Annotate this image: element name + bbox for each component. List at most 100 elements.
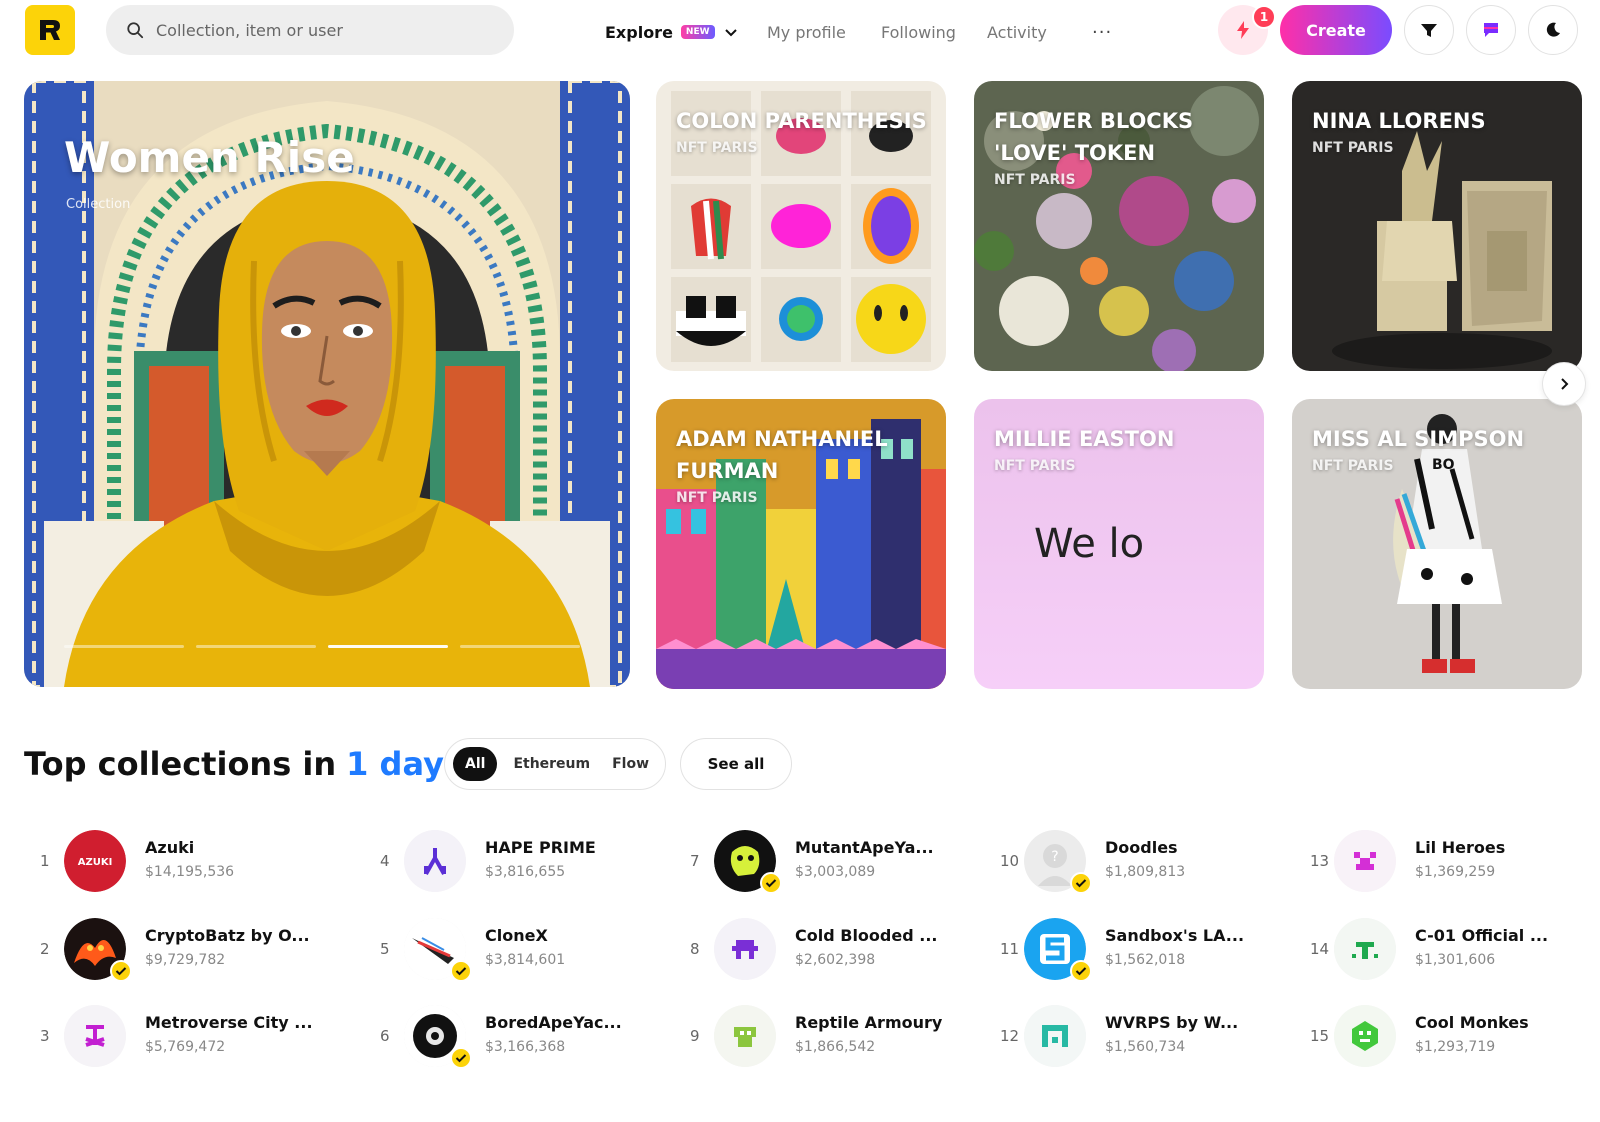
- collection-avatar: [404, 830, 466, 892]
- card-title: MISS AL SIMPSON NFT Paris: [1312, 423, 1572, 477]
- collection-row-doodles[interactable]: 10 ? Doodles $1,809,813: [1000, 830, 1300, 894]
- top-collections-heading: Top collections in 1 day: [24, 745, 472, 783]
- collection-row-c01-official[interactable]: 14 C-01 Official ... $1,301,606: [1310, 918, 1600, 982]
- featured-card-miss-al-simpson[interactable]: BO MISS AL SIMPSON NFT Paris: [1292, 399, 1582, 689]
- featured-card-nina-llorens[interactable]: NINA LLORENS NFT Paris: [1292, 81, 1582, 371]
- see-all-button[interactable]: See all: [680, 738, 792, 790]
- collection-avatar: [1334, 1005, 1396, 1067]
- collection-avatar: [714, 918, 776, 980]
- collection-avatar: [1024, 1005, 1086, 1067]
- collection-row-boredapeyacht[interactable]: 6 BoredApeYac... $3,166,368: [380, 1005, 680, 1069]
- collection-row-hape-prime[interactable]: 4 HAPE PRIME $3,816,655: [380, 830, 680, 894]
- filter-flow[interactable]: Flow: [612, 756, 649, 772]
- collection-volume: $1,301,606: [1415, 952, 1496, 968]
- moon-icon: [1546, 22, 1560, 37]
- collection-name: Cold Blooded ...: [795, 926, 938, 945]
- create-button[interactable]: Create: [1280, 5, 1392, 55]
- chevron-down-icon: [724, 29, 737, 37]
- nav-explore[interactable]: Explore NEW: [605, 18, 739, 46]
- collection-avatar: [64, 1005, 126, 1067]
- collection-volume: $1,369,259: [1415, 864, 1496, 880]
- filter-all[interactable]: All: [453, 747, 498, 781]
- collection-name: Metroverse City ...: [145, 1013, 313, 1032]
- nav-activity[interactable]: Activity: [987, 18, 1047, 46]
- card-title: FLOWER BLOCKS 'LOVE' TOKEN NFT Paris: [994, 105, 1254, 191]
- collection-volume: $1,866,542: [795, 1039, 876, 1055]
- card-title: NINA LLORENS NFT Paris: [1312, 105, 1572, 159]
- collection-name: Doodles: [1105, 838, 1178, 857]
- collection-volume: $3,816,655: [485, 864, 566, 880]
- collection-row-cold-blooded[interactable]: 8 Cold Blooded ... $2,602,398: [690, 918, 990, 982]
- top-collections-title: Top collections in: [24, 745, 337, 783]
- new-badge: NEW: [680, 25, 715, 39]
- search-input[interactable]: [156, 20, 476, 40]
- c01-avatar-icon: [1334, 918, 1396, 980]
- featured-card-colon-parenthesis[interactable]: COLON PARENTHESIS NFT Paris: [656, 81, 946, 371]
- messages-button[interactable]: [1466, 5, 1516, 55]
- card-title-text: MISS AL SIMPSON: [1312, 427, 1525, 451]
- card-title-text: NINA LLORENS: [1312, 109, 1486, 133]
- verified-badge-icon: [760, 872, 782, 894]
- collection-volume: $1,560,734: [1105, 1039, 1186, 1055]
- collection-row-wvrps[interactable]: 12 WVRPS by W... $1,560,734: [1000, 1005, 1300, 1069]
- collection-row-azuki[interactable]: 1 AZUKI Azuki $14,195,536: [40, 830, 340, 894]
- notification-count-badge: 1: [1252, 5, 1276, 29]
- card-artwork-text: We lo: [1034, 521, 1145, 567]
- filter-ethereum[interactable]: Ethereum: [513, 756, 590, 772]
- card-subtitle: NFT Paris: [994, 458, 1076, 474]
- collection-name: Cool Monkes: [1415, 1013, 1529, 1032]
- filter-button[interactable]: [1404, 5, 1454, 55]
- rarible-logo[interactable]: [25, 5, 75, 55]
- card-subtitle: NFT Paris: [676, 490, 758, 506]
- collection-volume: $1,809,813: [1105, 864, 1186, 880]
- featured-card-millie-easton[interactable]: MILLIE EASTON NFT Paris We lo: [974, 399, 1264, 689]
- nav-following[interactable]: Following: [881, 18, 956, 46]
- featured-card-flower-blocks[interactable]: FLOWER BLOCKS 'LOVE' TOKEN NFT Paris: [974, 81, 1264, 371]
- collection-row-lil-heroes[interactable]: 13 Lil Heroes $1,369,259: [1310, 830, 1600, 894]
- slide-indicator-1[interactable]: [64, 645, 184, 648]
- blockchain-filter: All Ethereum Flow: [444, 738, 666, 790]
- collection-name: CryptoBatz by O...: [145, 926, 310, 945]
- verified-badge-icon: [1070, 960, 1092, 982]
- reptile-armoury-avatar-icon: [714, 1005, 776, 1067]
- slide-indicator-4[interactable]: [460, 645, 580, 648]
- slide-indicator-2[interactable]: [196, 645, 316, 648]
- collection-row-sandbox-land[interactable]: 11 Sandbox's LA... $1,562,018: [1000, 918, 1300, 982]
- card-title: ADAM NATHANIEL FURMAN NFT Paris: [676, 423, 936, 509]
- collection-name: MutantApeYa...: [795, 838, 934, 857]
- chevron-right-icon: [1561, 378, 1569, 390]
- metroverse-avatar-icon: [64, 1005, 126, 1067]
- collection-avatar: [714, 1005, 776, 1067]
- cool-monkes-avatar-icon: [1334, 1005, 1396, 1067]
- lil-heroes-avatar-icon: [1334, 830, 1396, 892]
- card-title-text: COLON PARENTHESIS: [676, 109, 927, 133]
- card-title-text: ADAM NATHANIEL FURMAN: [676, 427, 888, 483]
- hero-title: Women Rise: [64, 133, 355, 182]
- collection-row-mutantapeyacht[interactable]: 7 MutantApeYa... $3,003,089: [690, 830, 990, 894]
- theme-toggle-button[interactable]: [1528, 5, 1578, 55]
- collection-row-reptile-armoury[interactable]: 9 Reptile Armoury $1,866,542: [690, 1005, 990, 1069]
- collection-name: Lil Heroes: [1415, 838, 1506, 857]
- collection-row-cryptobatz[interactable]: 2 CryptoBatz by O... $9,729,782: [40, 918, 340, 982]
- verified-badge-icon: [450, 960, 472, 982]
- collection-name: Sandbox's LA...: [1105, 926, 1245, 945]
- azuki-logo-icon: AZUKI: [64, 830, 126, 892]
- carousel-next-button[interactable]: [1542, 362, 1586, 406]
- slide-indicator-3[interactable]: [328, 645, 448, 648]
- collection-row-metroverse[interactable]: 3 Metroverse City ... $5,769,472: [40, 1005, 340, 1069]
- collection-name: BoredApeYac...: [485, 1013, 622, 1032]
- collection-volume: $2,602,398: [795, 952, 876, 968]
- collection-name: CloneX: [485, 926, 548, 945]
- collection-row-cool-monkes[interactable]: 15 Cool Monkes $1,293,719: [1310, 1005, 1600, 1069]
- collection-avatar: AZUKI: [64, 830, 126, 892]
- nav-my-profile[interactable]: My profile: [767, 18, 846, 46]
- period-selector[interactable]: 1 day: [346, 745, 444, 783]
- collection-name: C-01 Official ...: [1415, 926, 1549, 945]
- search-bar[interactable]: [106, 5, 514, 55]
- more-menu-button[interactable]: ···: [1092, 18, 1112, 46]
- card-title: MILLIE EASTON NFT Paris: [994, 423, 1254, 477]
- hero-subtitle: Collection: [66, 197, 131, 212]
- featured-card-adam-nathaniel-furman[interactable]: ADAM NATHANIEL FURMAN NFT Paris: [656, 399, 946, 689]
- hero-banner[interactable]: Women Rise Collection: [24, 81, 630, 687]
- collection-row-clonex[interactable]: 5 CloneX $3,814,601: [380, 918, 680, 982]
